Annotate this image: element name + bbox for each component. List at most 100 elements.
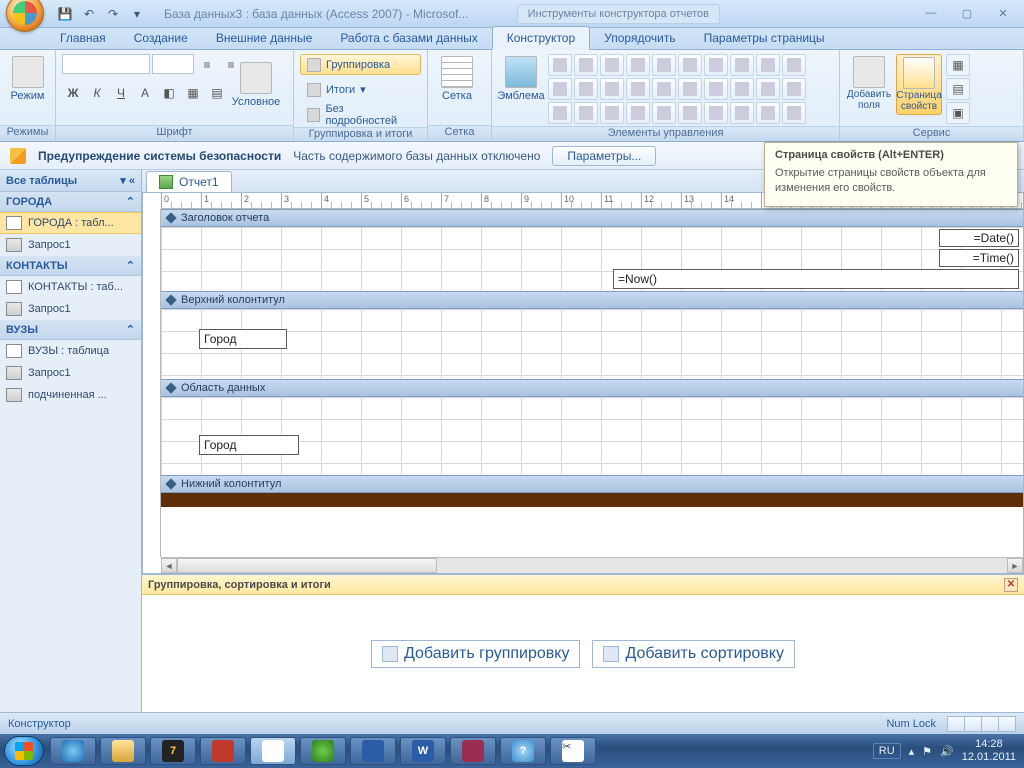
ctrl-time[interactable]: =Time() — [939, 249, 1019, 267]
tab-arrange[interactable]: Упорядочить — [590, 27, 689, 49]
scroll-left-icon[interactable]: ◄ — [161, 558, 177, 573]
redo-icon[interactable]: ↷ — [104, 5, 122, 23]
nav-item-goroda-table[interactable]: ГОРОДА : табл... — [0, 212, 141, 234]
view-report-icon[interactable] — [947, 716, 965, 732]
ctrl-linewidth-icon[interactable] — [756, 54, 780, 76]
ctrl-tab-icon[interactable] — [704, 54, 728, 76]
report-header-body[interactable]: =Date() =Time() =Now() — [161, 227, 1023, 291]
nav-item-kontakty-table[interactable]: КОНТАКТЫ : таб... — [0, 276, 141, 298]
ctrl-rect-icon[interactable] — [626, 78, 650, 100]
undo-icon[interactable]: ↶ — [80, 5, 98, 23]
band-page-header[interactable]: Верхний колонтитул — [161, 291, 1023, 309]
tool-taborder-icon[interactable]: ▤ — [946, 78, 970, 100]
page-header-body[interactable]: Город — [161, 309, 1023, 379]
nav-header[interactable]: Все таблицы ▾ « — [0, 170, 141, 192]
scroll-track[interactable] — [177, 558, 1007, 573]
tab-report1[interactable]: Отчет1 — [146, 171, 232, 192]
task-notepad[interactable] — [250, 737, 296, 765]
tool-code-icon[interactable]: ▦ — [946, 54, 970, 76]
language-indicator[interactable]: RU — [873, 743, 901, 759]
maximize-icon[interactable]: ▢ — [956, 7, 978, 20]
ctrl-unbound-icon[interactable] — [652, 78, 676, 100]
italic-icon[interactable]: К — [86, 82, 108, 104]
grid-button[interactable]: Сетка — [434, 54, 480, 104]
horizontal-scrollbar[interactable]: ◄ ► — [161, 557, 1023, 573]
ctrl-textbox-icon[interactable] — [574, 54, 598, 76]
ctrl-list-icon[interactable] — [600, 78, 624, 100]
band-detail[interactable]: Область данных — [161, 379, 1023, 397]
clock[interactable]: 14:28 12.01.2011 — [962, 738, 1020, 763]
ctrl-activex-icon[interactable] — [730, 102, 754, 124]
tab-dbtools[interactable]: Работа с базами данных — [326, 27, 491, 49]
ctrl-button-icon[interactable] — [574, 102, 598, 124]
ctrl-option-icon[interactable] — [704, 102, 728, 124]
tool-subreport-icon[interactable]: ▣ — [946, 102, 970, 124]
nav-item-zapros1-a[interactable]: Запрос1 — [0, 234, 141, 256]
ctrl-label-icon[interactable] — [574, 78, 598, 100]
qat-more-icon[interactable]: ▾ — [128, 5, 146, 23]
ctrl-check-icon[interactable] — [730, 54, 754, 76]
ctrl-attachment-icon[interactable] — [678, 102, 702, 124]
security-options-button[interactable]: Параметры... — [552, 146, 656, 166]
task-7zip[interactable]: 7 — [150, 737, 196, 765]
ctrl-date-icon[interactable] — [548, 102, 572, 124]
emblem-button[interactable]: Эмблема — [498, 54, 544, 104]
tab-external[interactable]: Внешние данные — [202, 27, 327, 49]
nav-group-goroda[interactable]: ГОРОДА⌃ — [0, 192, 141, 212]
propertysheet-button[interactable]: Страница свойств — [896, 54, 942, 115]
ctrl-line-icon[interactable] — [626, 54, 650, 76]
nav-group-vuzy[interactable]: ВУЗЫ⌃ — [0, 320, 141, 340]
start-button[interactable] — [4, 736, 44, 766]
view-layout-icon[interactable] — [981, 716, 999, 732]
detail-body[interactable]: Город — [161, 397, 1023, 475]
ctrl-city-label[interactable]: Город — [199, 329, 287, 349]
hidedetails-button[interactable]: Без подробностей — [300, 104, 421, 125]
tab-design[interactable]: Конструктор — [492, 26, 590, 50]
view-print-icon[interactable] — [964, 716, 982, 732]
nav-item-zapros1-b[interactable]: Запрос1 — [0, 298, 141, 320]
task-word[interactable]: W — [400, 737, 446, 765]
ctrl-optgrp-icon[interactable] — [730, 78, 754, 100]
view-design-icon[interactable] — [998, 716, 1016, 732]
tab-home[interactable]: Главная — [46, 27, 120, 49]
nav-item-zapros1-c[interactable]: Запрос1 — [0, 362, 141, 384]
totals-button[interactable]: Итоги ▾ — [300, 79, 421, 100]
nav-item-vuzy-table[interactable]: ВУЗЫ : таблица — [0, 340, 141, 362]
ctrl-defaults-icon[interactable] — [782, 102, 806, 124]
ctrl-chart-icon[interactable] — [652, 102, 676, 124]
grouping-button[interactable]: Группировка — [300, 54, 421, 75]
tab-pagesetup[interactable]: Параметры страницы — [690, 27, 839, 49]
ctrl-combo-icon[interactable] — [600, 54, 624, 76]
save-icon[interactable]: 💾 — [56, 5, 74, 23]
underline-icon[interactable]: Ч — [110, 82, 132, 104]
ctrl-wizard-icon[interactable] — [782, 78, 806, 100]
ctrl-now[interactable]: =Now() — [613, 269, 1019, 289]
addfields-button[interactable]: Добавить поля — [846, 54, 892, 113]
tray-volume-icon[interactable]: 🔊 — [940, 745, 954, 758]
altcolor-icon[interactable]: ▤ — [206, 82, 228, 104]
gridlines-icon[interactable]: ▦ — [182, 82, 204, 104]
vertical-ruler[interactable] — [143, 209, 161, 557]
band-page-footer[interactable]: Нижний колонтитул — [161, 475, 1023, 493]
fill-color-icon[interactable]: ◧ — [158, 82, 180, 104]
ctrl-pagenum-icon[interactable] — [548, 78, 572, 100]
font-family-combo[interactable] — [62, 54, 150, 74]
nav-group-kontakty[interactable]: КОНТАКТЫ⌃ — [0, 256, 141, 276]
ctrl-subform-icon[interactable] — [600, 102, 624, 124]
ctrl-pagebreak-icon[interactable] — [704, 78, 728, 100]
ctrl-title-icon[interactable] — [548, 54, 572, 76]
font-size-combo[interactable] — [152, 54, 194, 74]
ctrl-bound-icon[interactable] — [626, 102, 650, 124]
conditional-button[interactable]: Условное — [230, 60, 282, 110]
close-pane-icon[interactable]: ✕ — [1004, 578, 1018, 592]
report-design-surface[interactable]: 012345678910111213141516171819202122 Заг… — [142, 192, 1024, 574]
ctrl-image-icon[interactable] — [652, 54, 676, 76]
task-save[interactable] — [350, 737, 396, 765]
ctrl-linestyle-icon[interactable] — [756, 102, 780, 124]
band-report-header[interactable]: Заголовок отчета — [161, 209, 1023, 227]
add-sort-button[interactable]: Добавить сортировку — [592, 640, 795, 668]
ctrl-linecolor-icon[interactable] — [756, 78, 780, 100]
ctrl-select-icon[interactable] — [782, 54, 806, 76]
scroll-thumb[interactable] — [177, 558, 437, 573]
minimize-icon[interactable]: — — [920, 7, 942, 20]
